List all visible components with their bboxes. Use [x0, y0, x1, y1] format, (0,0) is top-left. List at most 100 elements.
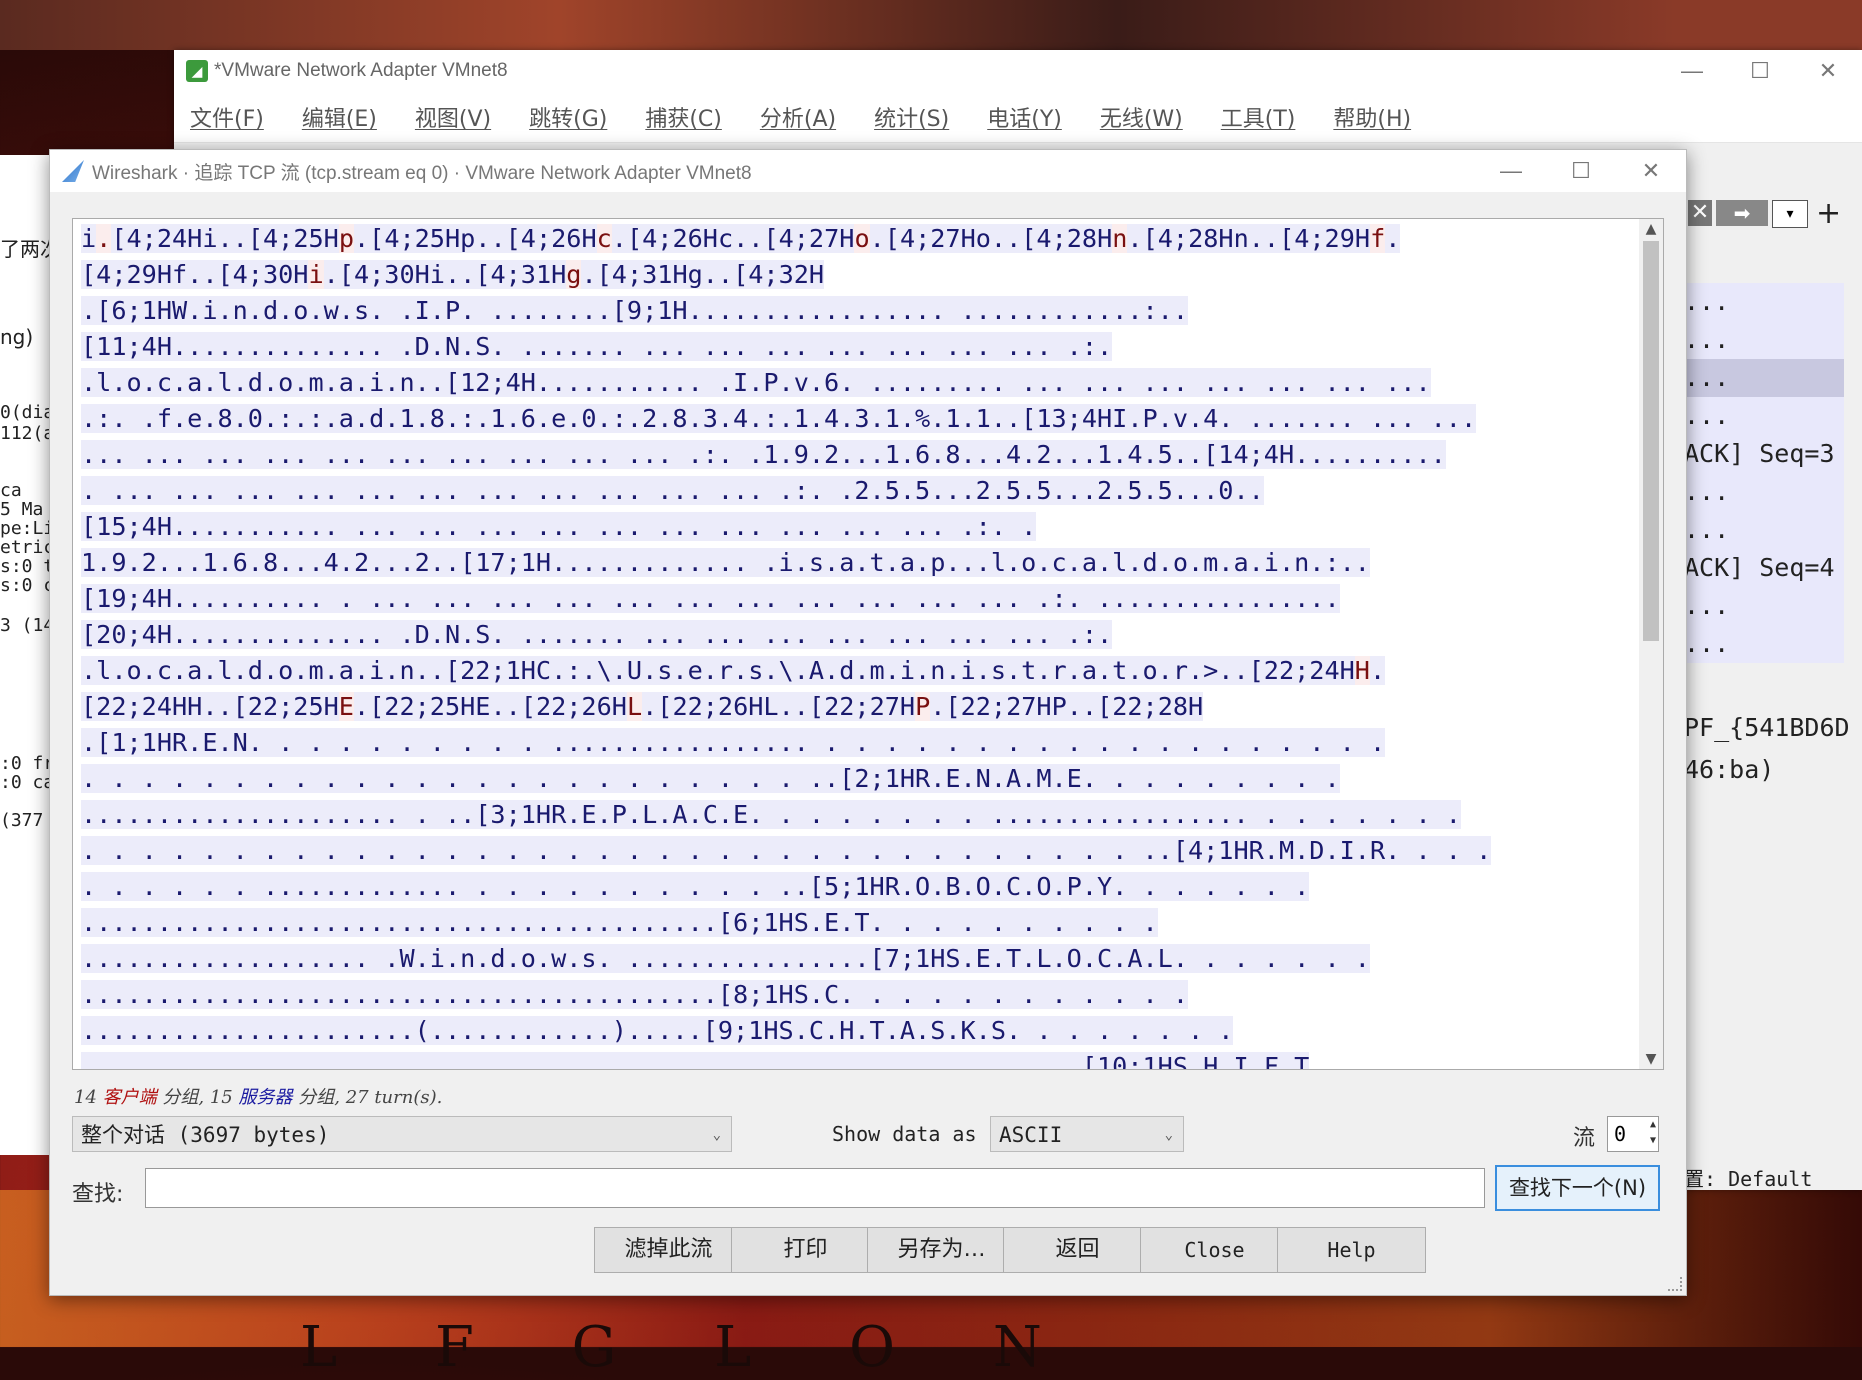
background-text: etric — [0, 537, 52, 558]
help-button[interactable]: Help — [1277, 1227, 1426, 1273]
stream-text[interactable]: i.[4;24Hi..[4;25Hp.[4;25Hp..[4;26Hc.[4;2… — [81, 221, 1641, 1069]
client-data: [22;24HH..[22;25H — [81, 692, 339, 721]
client-data: . . . . . . ............. . . . . . . . … — [81, 872, 1310, 901]
stream-line: . . . . . . . . . . . . . . . . . . . . … — [81, 833, 1641, 869]
menu-wireless[interactable]: 无线(W) — [1100, 101, 1183, 133]
spin-arrows-icon[interactable]: ▲ ▼ — [1650, 1117, 1656, 1149]
stream-line: ........................................… — [81, 977, 1641, 1013]
show-data-as-select[interactable]: ASCII ⌄ — [990, 1116, 1184, 1152]
summary-unit: 分组, — [162, 1087, 205, 1108]
close-button[interactable]: ✕ — [1794, 58, 1862, 84]
server-data: . — [96, 224, 112, 253]
background-window-left: 了两次 ng) 0(dia 112(a ca 5 Ma pe:Li etric s:0 t s:0… — [0, 155, 52, 1155]
main-window-title: *VMware Network Adapter VMnet8 — [214, 60, 508, 81]
find-next-button[interactable]: 查找下一个(N) — [1495, 1165, 1660, 1211]
add-filter-button-icon[interactable]: + — [1816, 196, 1841, 231]
stream-line: ................... .W.i.n.d.o.w.s. ....… — [81, 941, 1641, 977]
stream-line: . ... ... ... ... ... ... ... ... ... ..… — [81, 473, 1641, 509]
apply-filter-icon[interactable]: ➡ — [1716, 200, 1768, 226]
scroll-thumb[interactable] — [1643, 241, 1659, 641]
client-data: ... ... ... ... ... ... ... ... ... ... … — [81, 440, 1446, 469]
client-data: . . . . . . . . . . . . . . . . . . . . … — [81, 836, 1492, 865]
conversation-select[interactable]: 整个对话 (3697 bytes) ⌄ — [72, 1116, 732, 1152]
client-data: [4;24Hi..[4;25H — [111, 224, 339, 253]
conversation-select-value: 整个对话 (3697 bytes) — [81, 1123, 330, 1147]
menu-analyze[interactable]: 分析(A) — [760, 101, 836, 133]
client-data: [20;4H.............. .D.N.S. ....... ...… — [81, 620, 1113, 649]
wireshark-fin-icon — [62, 160, 84, 182]
menu-view[interactable]: 视图(V) — [415, 101, 491, 133]
packet-row[interactable]: ... — [1684, 625, 1844, 663]
maximize-button[interactable]: ☐ — [1726, 58, 1794, 84]
scroll-down-icon[interactable]: ▼ — [1639, 1051, 1663, 1067]
client-data: .[22;25HE..[22;26H — [353, 692, 627, 721]
dialog-maximize-button[interactable]: ☐ — [1546, 158, 1616, 184]
turn-count: 27 turn(s). — [345, 1087, 443, 1108]
dialog-minimize-button[interactable]: — — [1476, 158, 1546, 184]
server-label: 服务器 — [238, 1087, 293, 1108]
stream-line: ........................................… — [81, 905, 1641, 941]
stream-content-area[interactable]: i.[4;24Hi..[4;25Hp.[4;25Hp..[4;26Hc.[4;2… — [72, 218, 1664, 1070]
find-input[interactable] — [145, 1168, 1485, 1208]
menu-file[interactable]: 文件(F) — [190, 101, 264, 133]
packet-row[interactable]: ... — [1684, 397, 1844, 435]
show-data-as-value: ASCII — [999, 1123, 1063, 1147]
menu-telephony[interactable]: 电话(Y) — [987, 101, 1062, 133]
stream-line: [11;4H.............. .D.N.S. ....... ...… — [81, 329, 1641, 365]
packet-row[interactable]: ACK] Seq=3 — [1684, 435, 1844, 473]
stream-line: [10;1HS.H.I.F.T — [81, 1049, 1641, 1069]
packet-detail-line[interactable]: PF_{541BD6D — [1684, 713, 1850, 742]
client-data: .[4;30Hi..[4;31H — [323, 260, 567, 289]
profile-status[interactable]: 置: Default — [1684, 1163, 1812, 1192]
server-packet-count: 15 — [209, 1087, 233, 1108]
packet-row[interactable]: ... — [1684, 473, 1844, 511]
packet-row[interactable]: ... — [1684, 587, 1844, 625]
resize-grip-icon[interactable] — [1668, 1277, 1682, 1291]
client-packet-count: 14 — [74, 1087, 97, 1108]
back-button[interactable]: 返回 — [1003, 1227, 1152, 1273]
minimize-button[interactable]: — — [1658, 58, 1726, 84]
menu-statistics[interactable]: 统计(S) — [874, 101, 949, 133]
server-data: o — [854, 224, 870, 253]
menu-help[interactable]: 帮助(H) — [1333, 101, 1411, 133]
menu-capture[interactable]: 捕获(C) — [645, 101, 722, 133]
stream-line: ......................(............)....… — [81, 1013, 1641, 1049]
menu-tools[interactable]: 工具(T) — [1221, 101, 1296, 133]
follow-tcp-stream-dialog: Wireshark · 追踪 TCP 流 (tcp.stream eq 0) ·… — [49, 149, 1687, 1296]
stream-line: [15;4H........... ... ... ... ... ... ..… — [81, 509, 1641, 545]
background-text: 3 (14 — [0, 615, 52, 636]
print-button[interactable]: 打印 — [731, 1227, 880, 1273]
filter-toolbar: ✕ ➡ ▾ + — [1684, 195, 1862, 233]
packet-list-visible-portion: ............ ACK] Seq=3...... ACK] Seq=4..… — [1684, 195, 1862, 1195]
background-text: ng) — [0, 325, 34, 349]
clear-filter-icon[interactable]: ✕ — [1688, 200, 1712, 226]
client-data: ..................... . ..[3;1HR.E.P.L.A… — [81, 800, 1461, 829]
menu-go[interactable]: 跳转(G) — [529, 101, 607, 133]
packet-row[interactable]: ... — [1684, 321, 1844, 359]
client-data: i — [81, 224, 97, 253]
filter-history-dropdown-icon[interactable]: ▾ — [1772, 200, 1808, 228]
filter-out-stream-button[interactable]: 滤掉此流 — [594, 1227, 743, 1273]
close-dialog-button[interactable]: Close — [1140, 1227, 1289, 1273]
stream-scrollbar[interactable]: ▲ ▼ — [1639, 219, 1663, 1069]
packet-detail-line[interactable]: 46:ba) — [1684, 755, 1774, 784]
client-data: . . . . . . . . . . . . . . . . . . . . … — [81, 764, 1340, 793]
stream-line: .l.o.c.a.l.d.o.m.a.i.n..[22;1HC.:.\.U.s.… — [81, 653, 1641, 689]
menu-edit[interactable]: 编辑(E) — [302, 101, 377, 133]
client-data: .[6;1HW.i.n.d.o.w.s. .I.P. ........[9;1H… — [81, 296, 1188, 325]
dialog-close-button[interactable]: ✕ — [1616, 158, 1686, 184]
dialog-titlebar: Wireshark · 追踪 TCP 流 (tcp.stream eq 0) ·… — [50, 150, 1686, 192]
packet-row[interactable]: ACK] Seq=4 — [1684, 549, 1844, 587]
stream-number-spinbox[interactable]: 0 ▲ ▼ — [1607, 1116, 1659, 1152]
packet-row[interactable]: ... — [1684, 283, 1844, 321]
client-data: .[4;27Ho..[4;28H — [869, 224, 1113, 253]
stream-line: i.[4;24Hi..[4;25Hp.[4;25Hp..[4;26Hc.[4;2… — [81, 221, 1641, 257]
stream-line: .:. .f.e.8.0.:.:.a.d.1.8.:.1.6.e.0.:.2.8… — [81, 401, 1641, 437]
stream-line: ..................... . ..[3;1HR.E.P.L.A… — [81, 797, 1641, 833]
scroll-up-icon[interactable]: ▲ — [1639, 221, 1663, 237]
save-as-button[interactable]: 另存为… — [867, 1227, 1016, 1273]
packet-row[interactable]: ... — [1684, 511, 1844, 549]
find-label: 查找: — [72, 1182, 124, 1207]
packet-row[interactable]: ... — [1684, 359, 1844, 397]
client-data: ................... .W.i.n.d.o.w.s. ....… — [81, 944, 1370, 973]
